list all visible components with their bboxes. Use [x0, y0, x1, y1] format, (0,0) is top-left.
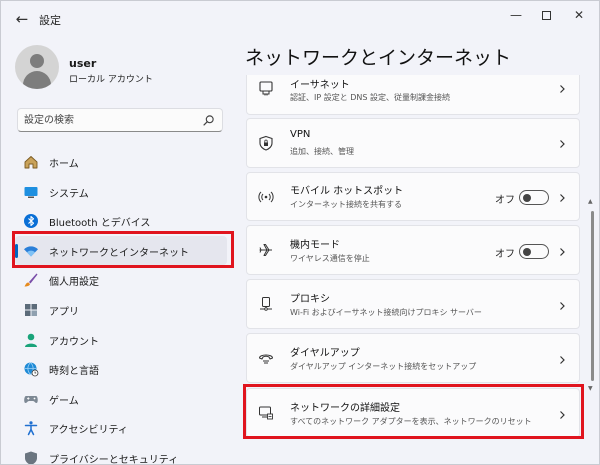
sidebar-item-privacy[interactable]: プライバシーとセキュリティ — [15, 443, 227, 465]
chevron-right-icon — [560, 194, 565, 202]
globe-clock-icon — [24, 362, 39, 377]
apps-icon — [25, 303, 37, 316]
setting-description: Wi-Fi およびイーサネット接続向けプロキシ サーバー — [290, 308, 482, 317]
settings-list: イーサネット 認証、IP 設定と DNS 設定、従量制課金接続 VPN 追加、接… — [246, 75, 580, 464]
back-arrow-icon: ← — [15, 10, 29, 28]
sidebar-item-network[interactable]: ネットワークとインターネット — [15, 235, 227, 266]
home-icon — [24, 156, 38, 169]
sidebar-item-personalization[interactable]: 個人用設定 — [15, 265, 227, 295]
brush-icon — [24, 273, 38, 287]
page-title: ネットワークとインターネット — [245, 47, 512, 69]
chevron-right-icon — [560, 411, 565, 419]
close-button[interactable]: ✕ — [564, 5, 594, 25]
setting-description: 認証、IP 設定と DNS 設定、従量制課金接続 — [290, 93, 451, 102]
wifi-icon — [24, 246, 38, 257]
setting-title: 機内モード — [290, 240, 340, 251]
sidebar-item-system[interactable]: システム — [15, 177, 227, 207]
hotspot-toggle[interactable] — [519, 190, 549, 205]
airplane-mode-toggle[interactable] — [519, 244, 549, 259]
chevron-right-icon — [560, 140, 565, 148]
sidebar-item-label: ホーム — [49, 159, 79, 170]
setting-proxy[interactable]: プロキシ Wi-Fi およびイーサネット接続向けプロキシ サーバー — [246, 279, 580, 329]
sidebar-nav: ホーム システム Bluetooth とデバイス ネットワークとインターネット — [15, 147, 227, 465]
setting-ethernet[interactable]: イーサネット 認証、IP 設定と DNS 設定、従量制課金接続 — [246, 75, 580, 115]
sidebar-item-label: プライバシーとセキュリティ — [49, 454, 179, 465]
minimize-button[interactable]: — — [501, 5, 531, 25]
proxy-icon — [260, 297, 272, 311]
settings-window: ← 設定 — ✕ user ローカル アカウント ホーム — [0, 0, 600, 465]
account-icon — [25, 333, 37, 347]
setting-vpn[interactable]: VPN 追加、接続、管理 — [246, 118, 580, 168]
search-box[interactable] — [17, 108, 223, 132]
sidebar-item-bluetooth[interactable]: Bluetooth とデバイス — [15, 206, 227, 236]
shield-icon — [25, 451, 37, 464]
chevron-right-icon — [560, 248, 565, 256]
scroll-up-icon[interactable]: ▲ — [588, 198, 593, 205]
chevron-right-icon — [560, 85, 565, 93]
sidebar-item-label: 個人用設定 — [49, 277, 99, 289]
sidebar-item-accounts[interactable]: アカウント — [15, 325, 227, 355]
toggle-state-label: オフ — [495, 249, 515, 260]
bluetooth-icon — [24, 214, 38, 229]
setting-dial-up[interactable]: ダイヤルアップ ダイヤルアップ インターネット接続をセットアップ — [246, 333, 580, 383]
setting-title: ネットワークの詳細設定 — [290, 403, 400, 414]
sidebar-item-label: アカウント — [49, 336, 99, 348]
dialup-icon — [259, 354, 273, 364]
sidebar-item-accessibility[interactable]: アクセシビリティ — [15, 413, 227, 443]
chevron-right-icon — [560, 302, 565, 310]
setting-description: すべてのネットワーク アダプターを表示、ネットワークのリセット — [290, 417, 532, 426]
sidebar-item-label: 時刻と言語 — [49, 366, 99, 378]
back-button[interactable]: ← — [11, 9, 33, 29]
setting-description: ダイヤルアップ インターネット接続をセットアップ — [290, 362, 477, 371]
maximize-icon — [541, 11, 551, 20]
scroll-down-icon[interactable]: ▼ — [588, 385, 593, 392]
account-type: ローカル アカウント — [69, 75, 153, 85]
search-icon[interactable] — [202, 114, 215, 127]
sidebar-item-label: アクセシビリティ — [49, 425, 128, 437]
title-bar: ← 設定 — ✕ — [1, 1, 599, 37]
sidebar-item-label: Bluetooth とデバイス — [49, 218, 151, 230]
setting-title: イーサネット — [290, 80, 350, 91]
accessibility-icon — [24, 421, 38, 436]
sidebar-item-gaming[interactable]: ゲーム — [15, 384, 227, 414]
maximize-button[interactable] — [531, 5, 561, 25]
setting-mobile-hotspot[interactable]: モバイル ホットスポット インターネット接続を共有する オフ — [246, 172, 580, 221]
close-icon: ✕ — [573, 8, 585, 22]
toggle-state-label: オフ — [495, 195, 515, 206]
sidebar-item-label: ゲーム — [49, 395, 79, 407]
setting-airplane-mode[interactable]: 機内モード ワイヤレス通信を停止 オフ — [246, 225, 580, 275]
setting-description: インターネット接続を共有する — [290, 200, 402, 209]
setting-title: モバイル ホットスポット — [290, 186, 404, 197]
scrollbar-thumb[interactable] — [591, 211, 594, 381]
sidebar-item-home[interactable]: ホーム — [15, 147, 227, 177]
gamepad-icon — [24, 395, 38, 403]
setting-advanced-network[interactable]: ネットワークの詳細設定 すべてのネットワーク アダプターを表示、ネットワークのリ… — [246, 388, 580, 438]
sidebar-item-label: アプリ — [49, 306, 79, 318]
system-icon — [24, 186, 38, 198]
user-name: user — [69, 57, 97, 70]
vpn-shield-icon — [259, 135, 273, 151]
search-input[interactable] — [24, 112, 194, 128]
advanced-network-icon — [259, 406, 273, 420]
ethernet-icon — [259, 81, 273, 96]
avatar — [15, 45, 59, 89]
setting-description: ワイヤレス通信を停止 — [290, 254, 370, 263]
setting-title: プロキシ — [290, 294, 330, 305]
sidebar-item-label: ネットワークとインターネット — [49, 247, 189, 259]
hotspot-icon — [258, 191, 274, 203]
setting-title: VPN — [290, 129, 311, 140]
airplane-icon — [259, 244, 272, 256]
chevron-right-icon — [560, 356, 565, 364]
app-title: 設定 — [39, 14, 61, 27]
minimize-icon: — — [510, 8, 522, 22]
setting-title: ダイヤルアップ — [290, 348, 360, 359]
sidebar-item-label: システム — [49, 188, 89, 200]
sidebar-item-apps[interactable]: アプリ — [15, 295, 227, 325]
sidebar-item-time-language[interactable]: 時刻と言語 — [15, 354, 227, 384]
setting-description: 追加、接続、管理 — [290, 147, 354, 156]
